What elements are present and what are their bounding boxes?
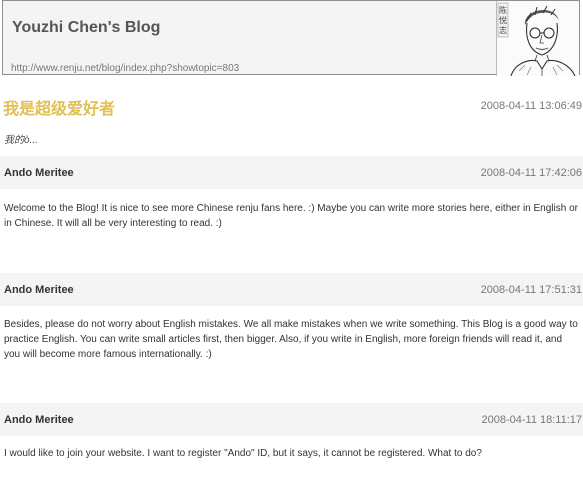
portrait-sketch-image: 陈 悦 志 (497, 1, 579, 76)
blog-url[interactable]: http://www.renju.net/blog/index.php?show… (11, 63, 239, 74)
comment-text: I would like to join your website. I wan… (4, 448, 482, 459)
svg-text:志: 志 (499, 25, 507, 35)
comment-header: Ando Meritee 2008-04-11 18:11:17 (0, 403, 583, 436)
comment-author: Ando Meritee (4, 414, 74, 426)
post-date: 2008-04-11 13:06:49 (480, 100, 582, 112)
post-title[interactable]: 我是超级爱好者 (3, 95, 115, 119)
comment-header: Ando Meritee 2008-04-11 17:42:06 (0, 156, 583, 189)
author-portrait: 陈 悦 志 (496, 1, 579, 76)
comment-date: 2008-04-11 18:11:17 (481, 414, 582, 426)
post-body: 我的ò... (4, 135, 38, 146)
comment-date: 2008-04-11 17:42:06 (480, 167, 582, 179)
post-header: 我是超级爱好者 2008-04-11 13:06:49 (0, 92, 583, 120)
comment-author: Ando Meritee (4, 284, 74, 296)
comment-date: 2008-04-11 17:51:31 (480, 284, 582, 296)
blog-title[interactable]: Youzhi Chen's Blog (12, 19, 160, 37)
comment-text: Welcome to the Blog! It is nice to see m… (4, 203, 578, 229)
svg-text:陈: 陈 (499, 5, 507, 15)
comment-header: Ando Meritee 2008-04-11 17:51:31 (0, 273, 583, 306)
blog-header: Youzhi Chen's Blog http://www.renju.net/… (2, 0, 580, 76)
comment-text: Besides, please do not worry about Engli… (4, 319, 578, 360)
svg-text:悦: 悦 (499, 15, 507, 25)
comment-author: Ando Meritee (4, 167, 74, 179)
